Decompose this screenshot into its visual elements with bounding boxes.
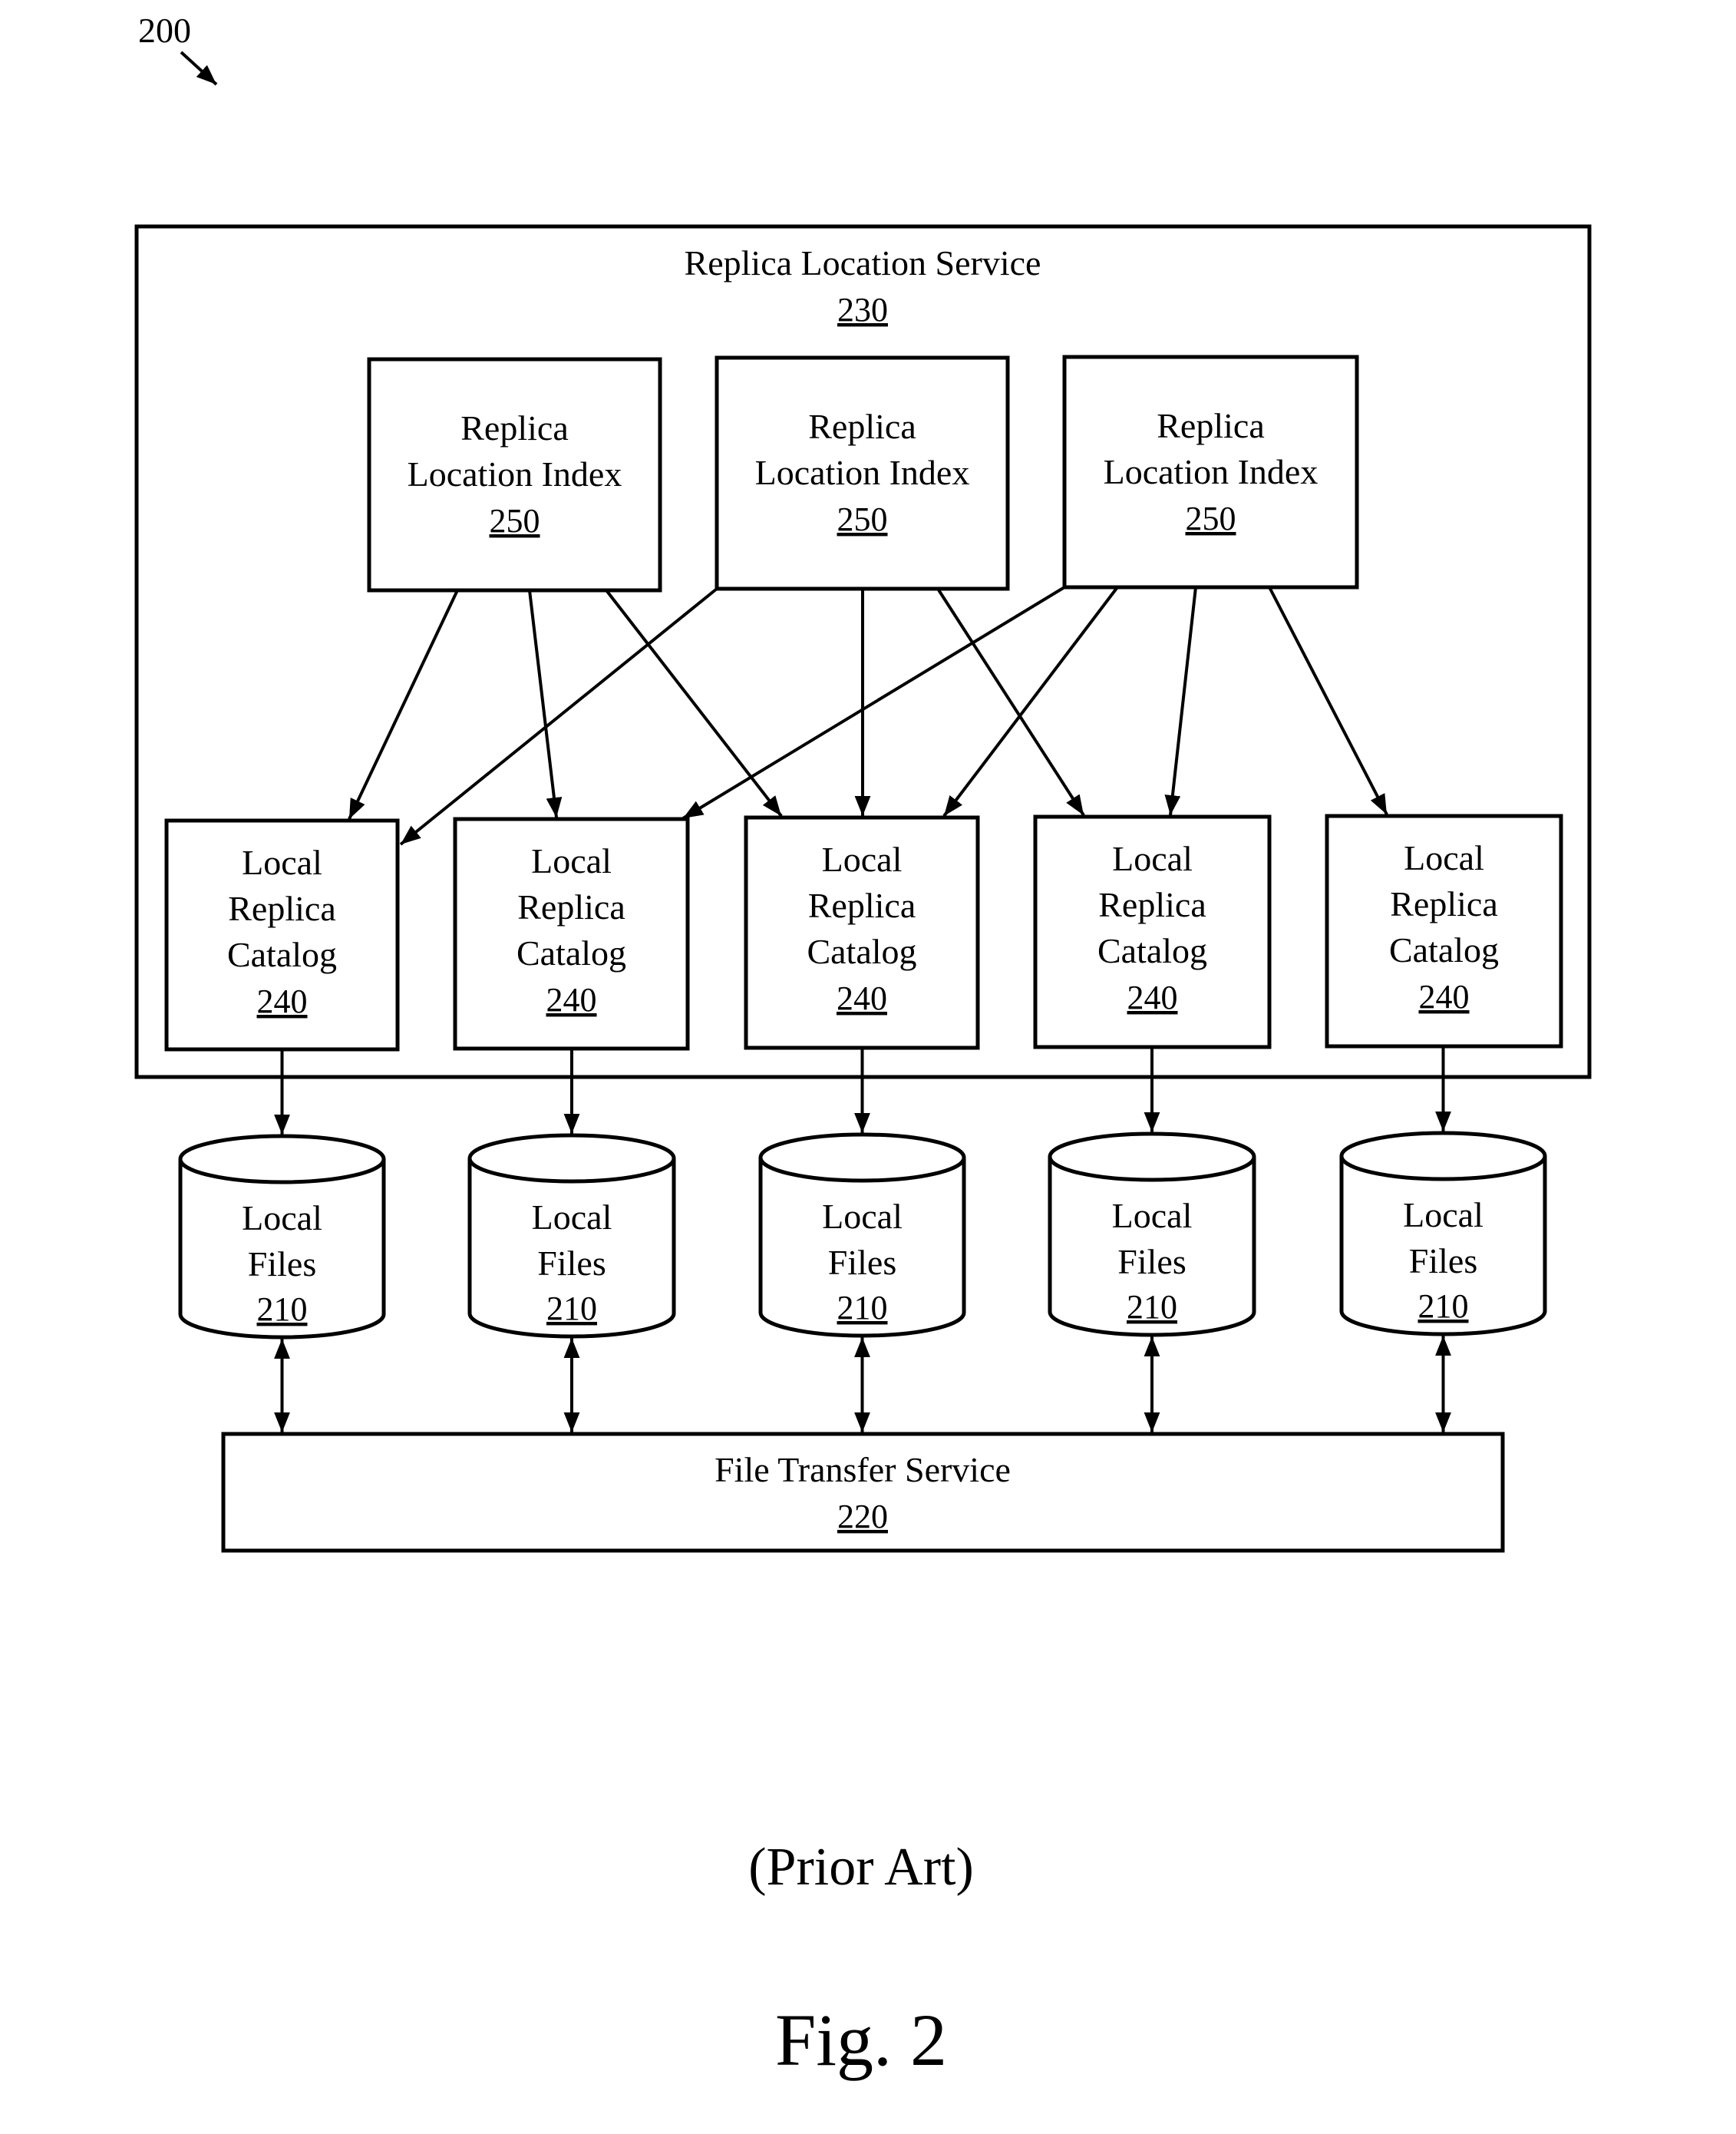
lrc-label-line: Catalog [227,935,337,974]
prior-art-caption: (Prior Art) [748,1838,974,1897]
lrc-label-line: Replica [517,887,625,927]
rli-label-line: Replica [808,407,916,446]
lrc-ref: 240 [1127,979,1178,1016]
rls-title: Replica Location Service [685,243,1041,282]
lrc-ref: 240 [837,979,887,1017]
rli-ref: 250 [490,502,540,540]
local-replica-catalog-group: Local Replica Catalog 240 Local Replica Catalo… [164,814,1563,1052]
rli-label-line: Location Index [755,453,970,492]
fts-title: File Transfer Service [715,1450,1011,1489]
figure-label: Fig. 2 [775,1999,947,2081]
lrc-ref: 240 [1419,978,1470,1016]
local-replica-catalog-box: Local Replica Catalog 240 [1033,814,1272,1049]
rli-ref: 250 [837,500,888,538]
local-files-cylinder: Local Files 210 [178,1134,386,1340]
figure-ref-number: 200 [138,11,191,50]
lrc-label-line: Replica [1098,885,1206,924]
replica-location-index-box: Replica Location Index 250 [367,357,662,593]
lrc-label-line: Replica [1390,884,1498,923]
files-label-line: Local [1112,1196,1193,1235]
local-replica-catalog-box: Local Replica Catalog 240 [453,817,690,1051]
local-files-cylinder: Local Files 210 [758,1132,966,1338]
files-label-line: Files [828,1243,896,1282]
local-replica-catalog-box: Local Replica Catalog 240 [744,815,980,1050]
replica-location-diagram: 200 Replica Location Service 230 Replica… [134,11,1592,2081]
files-label-line: Local [532,1197,612,1237]
files-label-line: Files [537,1244,606,1283]
files-ref: 210 [1418,1287,1469,1325]
files-label-line: Local [242,1198,322,1237]
files-label-line: Files [248,1244,316,1283]
rls-ref: 230 [837,291,888,329]
lrc-label-line: Local [1404,838,1484,877]
replica-location-index-box: Replica Location Index 250 [715,355,1010,591]
lrc-label-line: Catalog [1389,930,1499,970]
rli-label-line: Replica [1157,406,1265,445]
lrc-label-line: Replica [808,886,916,925]
lrc-label-line: Local [531,841,612,880]
file-transfer-service: File Transfer Service 220 [221,1432,1505,1553]
local-files-cylinder: Local Files 210 [1048,1131,1256,1337]
lrc-label-line: Catalog [807,932,916,971]
files-ref: 210 [837,1289,888,1326]
local-files-cylinder: Local Files 210 [1339,1131,1547,1336]
lrc-label-line: Local [1112,839,1193,878]
files-ref: 210 [546,1290,597,1327]
rli-ref: 250 [1186,500,1236,537]
lrc-label-line: Catalog [517,933,626,973]
lrc-label-line: Local [822,840,903,879]
files-label-line: Files [1409,1241,1477,1280]
files-label-line: Files [1117,1242,1186,1281]
rli-label-line: Replica [460,408,569,448]
files-label-line: Local [1403,1195,1484,1234]
replica-location-index-box: Replica Location Index 250 [1062,355,1359,590]
lrc-label-line: Catalog [1097,931,1207,970]
files-label-line: Local [822,1197,903,1236]
figure-ref-arrow-icon [180,51,218,86]
lrc-label-line: Local [242,843,322,882]
lrc-ref: 240 [546,981,597,1019]
rli-label-line: Location Index [1104,452,1319,491]
local-files-group: LocalFiles210LocalFiles210LocalFiles210L… [178,1131,1547,1340]
fts-ref: 220 [837,1498,888,1535]
files-ref: 210 [257,1290,308,1328]
local-files-cylinder: Local Files 210 [467,1133,676,1339]
replica-location-index-group: Replica Location Index 250 Replica Location … [367,355,1359,593]
local-replica-catalog-box: Local Replica Catalog 240 [1325,814,1563,1049]
local-replica-catalog-box: Local Replica Catalog 240 [164,818,400,1052]
lrc-ref: 240 [257,983,308,1020]
rli-label-line: Location Index [408,454,622,494]
files-ref: 210 [1127,1288,1177,1326]
lrc-label-line: Replica [228,889,336,928]
